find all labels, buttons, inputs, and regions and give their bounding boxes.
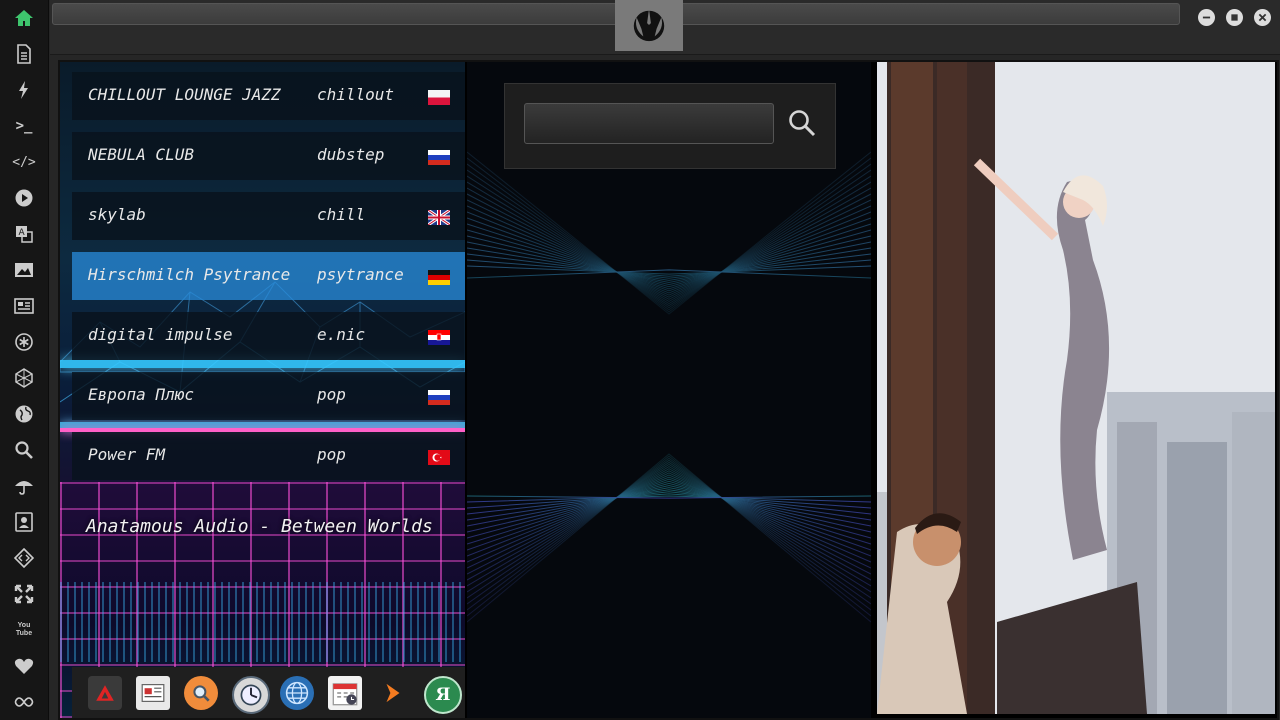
station-row[interactable]: Европа Плюс pop: [72, 372, 465, 420]
diamond-code-icon[interactable]: [12, 546, 36, 570]
main-frame: CHILLOUT LOUNGE JAZZ chillout NEBULA CLU…: [58, 60, 1279, 720]
flag-united-kingdom-icon: [428, 210, 450, 225]
flag-russia-icon: [428, 150, 450, 165]
station-name: NEBULA CLUB: [88, 145, 194, 164]
app-launcher-icon[interactable]: [88, 676, 122, 710]
code-label: </>: [12, 154, 36, 170]
neon-line: [60, 360, 465, 368]
station-name: Европа Плюс: [88, 385, 194, 404]
station-row-active[interactable]: Hirschmilch Psytrance psytrance: [72, 252, 465, 300]
album-art-illustration: [877, 62, 1275, 714]
search-input[interactable]: [524, 103, 774, 144]
contact-icon[interactable]: [12, 510, 36, 534]
terminal-label: >_: [15, 118, 33, 134]
album-art-image: [877, 62, 1275, 714]
clock-icon[interactable]: [232, 676, 270, 714]
news-reader-icon[interactable]: [136, 676, 170, 710]
search-panel: [504, 83, 836, 169]
search-icon[interactable]: [787, 108, 817, 138]
flag-germany-icon: [428, 270, 450, 285]
browser-globe-icon[interactable]: [280, 676, 314, 710]
station-row[interactable]: CHILLOUT LOUNGE JAZZ chillout: [72, 72, 465, 120]
station-row[interactable]: skylab chill: [72, 192, 465, 240]
station-name: Power FM: [88, 445, 166, 464]
youtube-icon[interactable]: You Tube: [12, 618, 36, 642]
app-dock: Я: [72, 667, 465, 718]
sidebar: >_ </> A You Tube: [0, 0, 49, 720]
document-icon[interactable]: [12, 42, 36, 66]
image-icon[interactable]: [12, 258, 36, 282]
station-genre: pop: [317, 385, 346, 404]
flag-turkey-icon: [428, 450, 450, 465]
code-icon[interactable]: </>: [12, 150, 36, 174]
station-row[interactable]: digital impulse e.nic: [72, 312, 465, 360]
search-icon[interactable]: [12, 438, 36, 462]
minimize-button[interactable]: [1198, 9, 1215, 26]
minimize-icon: [1202, 16, 1211, 19]
yandex-letter: Я: [435, 685, 451, 705]
infinity-icon[interactable]: [12, 690, 36, 714]
station-name: CHILLOUT LOUNGE JAZZ: [88, 85, 281, 104]
rebel-alliance-icon: [633, 8, 665, 42]
maximize-button[interactable]: [1226, 9, 1243, 26]
now-playing-title: Anatamous Audio - Between Worlds: [86, 516, 433, 537]
visualizer-panel: [467, 62, 871, 718]
close-icon: [1258, 13, 1267, 22]
search-app-icon[interactable]: [184, 676, 218, 710]
terminal-arrow-icon[interactable]: [376, 676, 410, 710]
youtube-label: You Tube: [15, 622, 33, 637]
translate-icon[interactable]: A: [12, 222, 36, 246]
play-icon[interactable]: [12, 186, 36, 210]
yandex-icon[interactable]: Я: [424, 676, 462, 714]
svg-text:A: A: [19, 228, 26, 238]
station-row[interactable]: NEBULA CLUB dubstep: [72, 132, 465, 180]
heart-icon[interactable]: [12, 654, 36, 678]
asterisk-icon[interactable]: [12, 330, 36, 354]
station-row[interactable]: Power FM pop: [72, 432, 465, 480]
equalizer-bars: [60, 582, 465, 662]
close-button[interactable]: [1254, 9, 1271, 26]
flag-russia-icon: [428, 390, 450, 405]
flag-croatia-icon: [428, 330, 450, 345]
news-icon[interactable]: [12, 294, 36, 318]
logo-tab[interactable]: [615, 0, 683, 51]
station-name: skylab: [88, 205, 146, 224]
station-genre: pop: [317, 445, 346, 464]
umbrella-icon[interactable]: [12, 474, 36, 498]
station-name: Hirschmilch Psytrance: [88, 265, 291, 284]
station-genre: chillout: [317, 85, 395, 104]
station-name: digital impulse: [88, 325, 233, 344]
lightning-icon[interactable]: [12, 78, 36, 102]
calendar-icon[interactable]: [328, 676, 362, 710]
station-genre: psytrance: [317, 265, 404, 284]
hexagon-icon[interactable]: [12, 366, 36, 390]
station-panel: CHILLOUT LOUNGE JAZZ chillout NEBULA CLU…: [60, 62, 465, 718]
maximize-icon: [1231, 14, 1238, 21]
home-icon[interactable]: [12, 6, 36, 30]
flag-poland-icon: [428, 90, 450, 105]
station-genre: chill: [317, 205, 366, 224]
station-genre: e.nic: [317, 325, 366, 344]
expand-icon[interactable]: [12, 582, 36, 606]
station-genre: dubstep: [317, 145, 385, 164]
title-bar: [50, 0, 1280, 55]
terminal-icon[interactable]: >_: [12, 114, 36, 138]
globe-icon[interactable]: [12, 402, 36, 426]
